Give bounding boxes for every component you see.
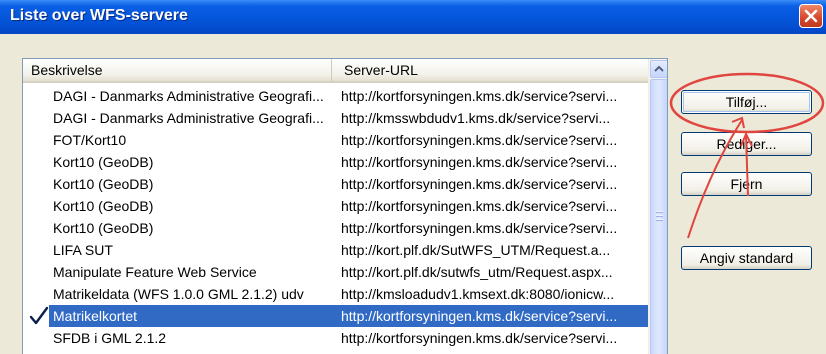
row-description: Manipulate Feature Web Service [53,264,257,280]
list-row[interactable]: Manipulate Feature Web Service http://kor… [23,261,648,283]
row-server-url: http://kort.plf.dk/SutWFS_UTM/Request.a.… [341,242,611,258]
row-description: DAGI - Danmarks Administrative Geografi.… [53,88,324,104]
row-server-url: http://kmsloadudv1.kmsext.dk:8080/ionicw… [341,286,615,302]
row-server-url: http://kortforsyningen.kms.dk/service?se… [341,176,618,192]
list-row[interactable]: Kort10 (GeoDB) http://kortforsyningen.kms… [23,195,648,217]
close-button[interactable] [799,4,823,28]
row-description: DAGI - Danmarks Administrative Geografi.… [53,110,324,126]
chevron-up-icon [654,60,664,78]
list-row[interactable]: Matrikelkortet http://kortforsyningen.kms… [23,305,648,327]
vertical-scrollbar[interactable] [648,59,667,354]
row-server-url: http://kortforsyningen.kms.dk/service?se… [341,220,618,236]
edit-button[interactable]: Rediger... [681,132,812,156]
grip-line [656,219,663,221]
list-row[interactable]: SFDB i GML 2.1.2 http://kortforsyningen.k… [23,327,648,349]
list-row[interactable]: Matrikeldata (WFS 1.0.0 GML 2.1.2) udv ht… [23,283,648,305]
row-description: Kort10 (GeoDB) [53,198,154,214]
checkmark-icon [29,305,49,327]
list-row[interactable]: FOT/Kort10 http://kortforsyningen.kms.dk/… [23,129,648,151]
row-server-url: http://kortforsyningen.kms.dk/service?se… [341,88,618,104]
list-rows: DAGI - Danmarks Administrative Geografi.… [23,85,648,349]
remove-button[interactable]: Fjern [681,172,812,196]
row-description: Kort10 (GeoDB) [53,154,154,170]
row-server-url: http://kortforsyningen.kms.dk/service?se… [341,132,618,148]
row-description: LIFA SUT [53,242,113,258]
list-row[interactable]: Kort10 (GeoDB) http://kortforsyningen.kms… [23,217,648,239]
row-server-url: http://kortforsyningen.kms.dk/service?se… [341,154,618,170]
row-server-url: http://kmsswbdudv1.kms.dk/service?servi.… [341,110,611,126]
list-row[interactable]: DAGI - Danmarks Administrative Geografi.… [23,85,648,107]
list-header: Beskrivelse Server-URL [23,59,648,83]
row-description: Kort10 (GeoDB) [53,220,154,236]
row-description: Kort10 (GeoDB) [53,176,154,192]
server-list[interactable]: Beskrivelse Server-URL DAGI - Danmarks A… [22,58,668,354]
scroll-up-button[interactable] [650,60,667,78]
row-server-url: http://kortforsyningen.kms.dk/service?se… [341,198,618,214]
list-row[interactable]: LIFA SUT http://kort.plf.dk/SutWFS_UTM/Re… [23,239,648,261]
grip-line [656,211,663,213]
list-row[interactable]: DAGI - Danmarks Administrative Geografi.… [23,107,648,129]
row-server-url: http://kort.plf.dk/sutwfs_utm/Request.as… [341,264,613,280]
row-description: Matrikelkortet [53,308,138,324]
annotation-arrow-head [731,116,745,129]
row-server-url: http://kortforsyningen.kms.dk/service?se… [341,330,618,346]
row-description: SFDB i GML 2.1.2 [53,330,167,346]
column-header-server-url[interactable]: Server-URL [332,59,648,81]
column-header-description[interactable]: Beskrivelse [23,59,332,81]
grip-line [656,215,663,217]
list-row[interactable]: Kort10 (GeoDB) http://kortforsyningen.kms… [23,173,648,195]
row-description: FOT/Kort10 [53,132,127,148]
window-title: Liste over WFS-servere [10,7,188,24]
set-default-button[interactable]: Angiv standard [681,246,812,270]
scroll-thumb[interactable] [650,79,667,354]
close-icon [804,9,818,23]
row-server-url: http://kortforsyningen.kms.dk/service?se… [341,308,618,324]
add-button[interactable]: Tilføj... [681,90,812,114]
row-description: Matrikeldata (WFS 1.0.0 GML 2.1.2) udv [53,286,304,302]
title-bar[interactable]: Liste over WFS-servere [0,0,826,34]
list-row[interactable]: Kort10 (GeoDB) http://kortforsyningen.kms… [23,151,648,173]
